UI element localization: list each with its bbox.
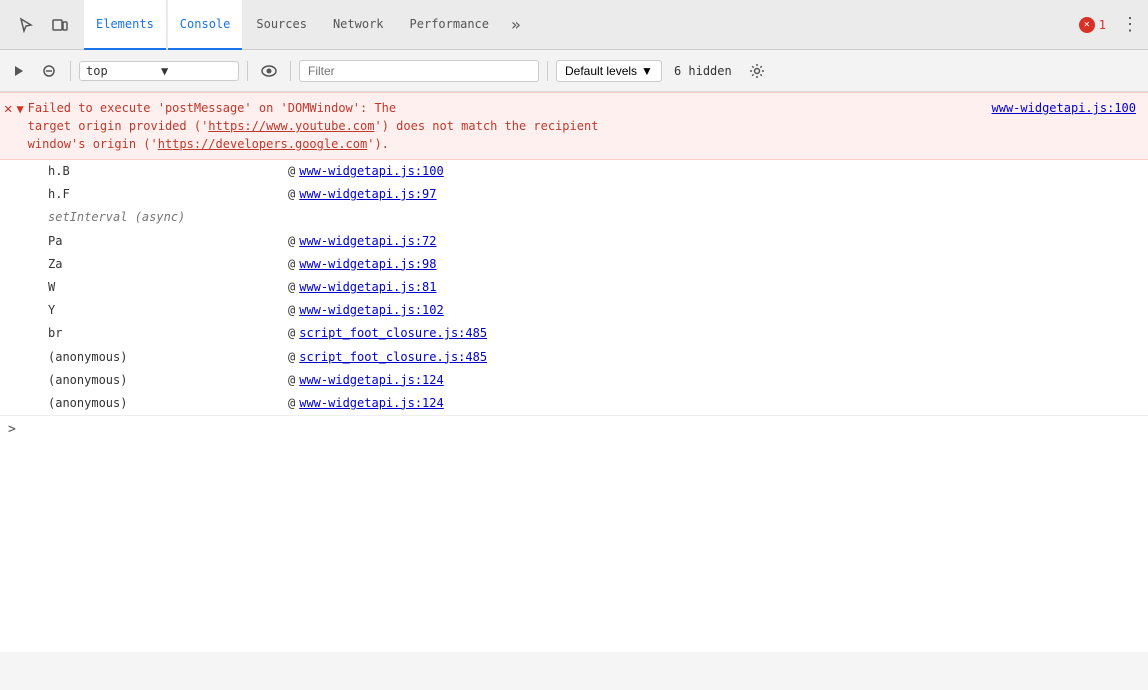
execute-icon[interactable] <box>6 58 32 84</box>
trace-source-link[interactable]: www-widgetapi.js:100 <box>299 162 444 181</box>
devtools-menu-button[interactable]: ⋮ <box>1116 11 1144 39</box>
toolbar-divider-3 <box>290 61 291 81</box>
trace-row: W @ www-widgetapi.js:81 <box>0 276 1148 299</box>
devtools-icons <box>4 11 82 39</box>
default-levels-button[interactable]: Default levels ▼ <box>556 60 662 82</box>
default-levels-arrow: ▼ <box>641 64 653 78</box>
tab-performance[interactable]: Performance <box>398 0 501 50</box>
filter-input[interactable] <box>299 60 539 82</box>
trace-source-link[interactable]: www-widgetapi.js:102 <box>299 301 444 320</box>
trace-function-name: (anonymous) <box>48 371 288 390</box>
trace-source-link[interactable]: script_foot_closure.js:485 <box>299 348 487 367</box>
trace-function-name: Y <box>48 301 288 320</box>
cursor-icon[interactable] <box>12 11 40 39</box>
trace-function-name: (anonymous) <box>48 348 288 367</box>
error-x-icon: ✕ <box>4 101 12 117</box>
trace-row: (anonymous) @ www-widgetapi.js:124 <box>0 392 1148 415</box>
error-circle-icon: ✕ <box>1079 17 1095 33</box>
error-count-badge[interactable]: ✕ 1 <box>1071 17 1114 33</box>
trace-function-name: Pa <box>48 232 288 251</box>
settings-gear-icon[interactable] <box>744 58 770 84</box>
trace-source-link[interactable]: script_foot_closure.js:485 <box>299 324 487 343</box>
trace-row: Pa @ www-widgetapi.js:72 <box>0 230 1148 253</box>
trace-row: h.B @ www-widgetapi.js:100 <box>0 160 1148 183</box>
expand-triangle-icon[interactable]: ▼ <box>16 102 23 116</box>
toolbar-divider-2 <box>247 61 248 81</box>
tab-bar: Elements Console Sources Network Perform… <box>0 0 1148 50</box>
console-content: ✕ ▼ Failed to execute 'postMessage' on '… <box>0 92 1148 652</box>
trace-row: (anonymous) @ script_foot_closure.js:485 <box>0 346 1148 369</box>
tab-sources[interactable]: Sources <box>244 0 319 50</box>
error-message-block: ✕ ▼ Failed to execute 'postMessage' on '… <box>0 92 1148 160</box>
trace-row: Za @ www-widgetapi.js:98 <box>0 253 1148 276</box>
trace-row: (anonymous) @ www-widgetapi.js:124 <box>0 369 1148 392</box>
trace-row: Y @ www-widgetapi.js:102 <box>0 299 1148 322</box>
more-tabs-button[interactable]: » <box>503 0 529 50</box>
trace-source-link[interactable]: www-widgetapi.js:72 <box>299 232 436 251</box>
hidden-count-badge: 6 hidden <box>666 64 740 78</box>
trace-function-name: Za <box>48 255 288 274</box>
console-input-row: > <box>0 415 1148 443</box>
trace-function-name: (anonymous) <box>48 394 288 413</box>
tab-elements[interactable]: Elements <box>84 0 166 50</box>
trace-source-link[interactable]: www-widgetapi.js:97 <box>299 185 436 204</box>
trace-function-name: br <box>48 324 288 343</box>
console-prompt: > <box>8 422 16 437</box>
trace-source-link[interactable]: www-widgetapi.js:124 <box>299 394 444 413</box>
device-toggle-icon[interactable] <box>46 11 74 39</box>
google-url-link[interactable]: https://developers.google.com <box>158 137 368 151</box>
toolbar-divider-4 <box>547 61 548 81</box>
context-selector[interactable]: top ▼ <box>79 61 239 81</box>
trace-source-link[interactable]: www-widgetapi.js:81 <box>299 278 436 297</box>
eye-icon[interactable] <box>256 58 282 84</box>
console-toolbar: top ▼ Default levels ▼ 6 hidden <box>0 50 1148 92</box>
trace-source-link[interactable]: www-widgetapi.js:98 <box>299 255 436 274</box>
trace-row: br @ script_foot_closure.js:485 <box>0 322 1148 345</box>
clear-console-icon[interactable] <box>36 58 62 84</box>
trace-function-name: W <box>48 278 288 297</box>
toolbar-divider-1 <box>70 61 71 81</box>
console-input[interactable] <box>22 423 1140 437</box>
trace-source-link[interactable]: www-widgetapi.js:124 <box>299 371 444 390</box>
youtube-url-link[interactable]: https://www.youtube.com <box>208 119 374 133</box>
trace-row: setInterval (async) <box>0 206 1148 229</box>
trace-function-name: h.B <box>48 162 288 181</box>
context-dropdown-arrow: ▼ <box>161 64 232 78</box>
error-source-link[interactable]: www-widgetapi.js:100 <box>992 101 1145 115</box>
tab-console[interactable]: Console <box>168 0 243 50</box>
trace-function-name: h.F <box>48 185 288 204</box>
error-message-text: Failed to execute 'postMessage' on 'DOMW… <box>28 99 988 153</box>
trace-row: h.F @ www-widgetapi.js:97 <box>0 183 1148 206</box>
stack-trace: h.B @ www-widgetapi.js:100h.F @ www-widg… <box>0 160 1148 415</box>
tab-network[interactable]: Network <box>321 0 396 50</box>
